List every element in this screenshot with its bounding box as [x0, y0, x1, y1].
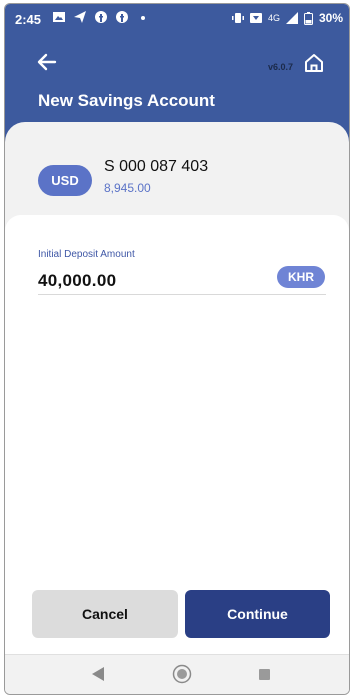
status-bar: 2:45 4G 30%: [5, 4, 349, 34]
page-title: New Savings Account: [38, 91, 215, 110]
network-type: 4G: [267, 13, 280, 23]
status-right: 4G 30%: [231, 11, 343, 25]
facebook-notification-icon-2: [116, 11, 128, 23]
home-icon[interactable]: [303, 52, 325, 74]
battery-icon: [303, 11, 313, 25]
account-currency-badge: USD: [38, 165, 92, 196]
circle-home-icon[interactable]: [172, 664, 192, 684]
battery-level: 30%: [318, 11, 343, 25]
arrow-left-icon[interactable]: [35, 50, 59, 74]
vibrate-icon: [231, 13, 244, 23]
app-version: v6.0.7: [268, 62, 294, 72]
image-notification-icon: [53, 12, 65, 22]
deposit-amount-label: Initial Deposit Amount: [38, 249, 135, 260]
deposit-field-underline: [38, 294, 326, 295]
cancel-button[interactable]: Cancel: [32, 590, 178, 638]
triangle-back-icon[interactable]: [91, 666, 105, 682]
continue-button[interactable]: Continue: [185, 590, 330, 638]
facebook-notification-icon: [95, 11, 107, 23]
more-dot-icon: [141, 16, 145, 20]
deposit-currency-selector[interactable]: KHR: [277, 266, 325, 288]
account-number: S 000 087 403: [104, 158, 209, 175]
status-time: 2:45: [15, 12, 42, 27]
wifi-icon: [249, 13, 262, 23]
phone-frame: 2:45 4G 30% v6.0.7 New Savings Account U…: [4, 3, 350, 695]
notification-icons: [53, 11, 149, 23]
account-balance: 8,945.00: [104, 181, 151, 195]
signal-icon: [285, 12, 298, 24]
square-recent-icon[interactable]: [259, 669, 270, 680]
deposit-amount-field[interactable]: 40,000.00: [38, 271, 116, 291]
send-notification-icon: [74, 11, 86, 23]
